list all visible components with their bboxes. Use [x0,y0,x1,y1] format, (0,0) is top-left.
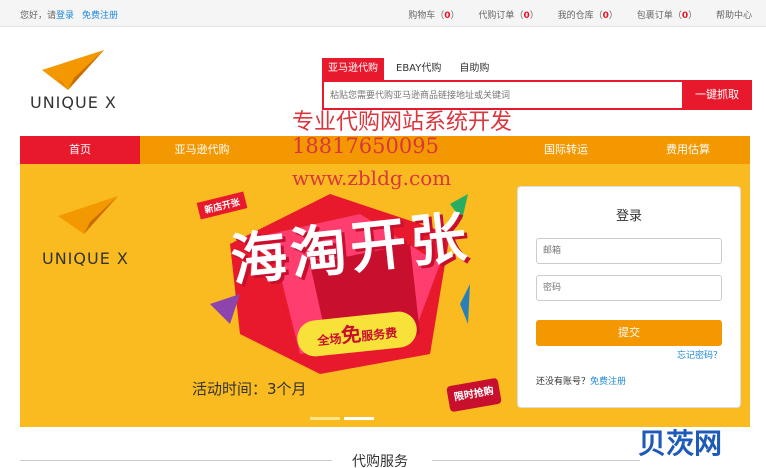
proxy-orders-link[interactable]: 代购订单（0） [478,11,538,21]
banner-plane-icon: UNIQUE X [42,196,129,268]
banner-logo: UNIQUE X [40,190,140,270]
package-orders-count: 0 [681,11,689,21]
register-link[interactable]: 免费注册 [82,11,118,21]
nav-home[interactable]: 首页 [20,136,140,164]
search-button[interactable]: 一键抓取 [682,80,752,110]
tab-self-purchase[interactable]: 自助购 [453,58,495,80]
tab-ebay[interactable]: EBAY代购 [390,58,447,80]
watermark-line-2: 18817650095 [292,134,439,158]
search-tabs: 亚马逊代购 EBAY代购 自助购 [322,58,501,80]
divider-right [432,460,640,461]
forgot-password-link[interactable]: 忘记密码？ [677,348,722,361]
section-header: 代购服务 [20,448,640,468]
proxy-orders-count: 0 [523,11,530,21]
cart-link[interactable]: 购物车（0） [408,11,459,21]
tab-amazon[interactable]: 亚马逊代购 [322,58,384,80]
register-now-link[interactable]: 免费注册 [590,377,626,387]
watermark-line-1: 专业代购网站系统开发 [292,110,513,135]
package-orders-link[interactable]: 包裹订单（0） [637,11,697,21]
login-title: 登录 [615,209,642,224]
watermark-line-3: www.zbldg.com [292,166,452,190]
greeting-text: 您好，请 [20,11,57,21]
nav-intl-forwarding[interactable]: 国际转运 [506,136,626,164]
password-field[interactable] [536,275,722,301]
nav-amazon[interactable]: 亚马逊代购 [142,136,262,164]
logo-text: UNIQUE X [30,93,117,112]
carousel-dot-1[interactable] [310,417,340,420]
nav-fee-estimate[interactable]: 费用估算 [628,136,748,164]
greeting-area: 您好，请登录 免费注册 [20,8,118,21]
top-bar: 您好，请登录 免费注册 购物车（0） 代购订单（0） 我的仓库（0） 包裹订单（0… [0,0,766,27]
no-account-text: 还没有账号？免费注册 [536,377,627,387]
login-link[interactable]: 登录 [56,11,74,21]
help-link[interactable]: 帮助中心 [716,11,752,21]
carousel-dots [310,412,378,423]
email-field[interactable] [536,238,722,264]
divider-left [20,460,332,461]
search-input[interactable] [330,88,670,104]
warehouse-count: 0 [602,11,609,21]
section-title: 代购服务 [352,454,408,468]
submit-button[interactable]: 提交 [536,320,722,346]
carousel-dot-2[interactable] [344,417,374,420]
login-panel: 登录 提交 忘记密码？ 还没有账号？免费注册 [517,186,741,408]
cart-count: 0 [444,11,451,21]
paper-plane-logo-icon: UNIQUE X [30,50,117,112]
banner-logo-text: UNIQUE X [42,249,129,268]
campaign-period: 活动时间：3个月 [192,380,307,398]
user-links: 购物车（0） 代购订单（0） 我的仓库（0） 包裹订单（0） 帮助中心 [392,8,752,21]
corner-site-logo: 贝茨网 [638,427,723,460]
warehouse-link[interactable]: 我的仓库（0） [558,11,618,21]
site-logo[interactable]: UNIQUE X [28,48,158,114]
